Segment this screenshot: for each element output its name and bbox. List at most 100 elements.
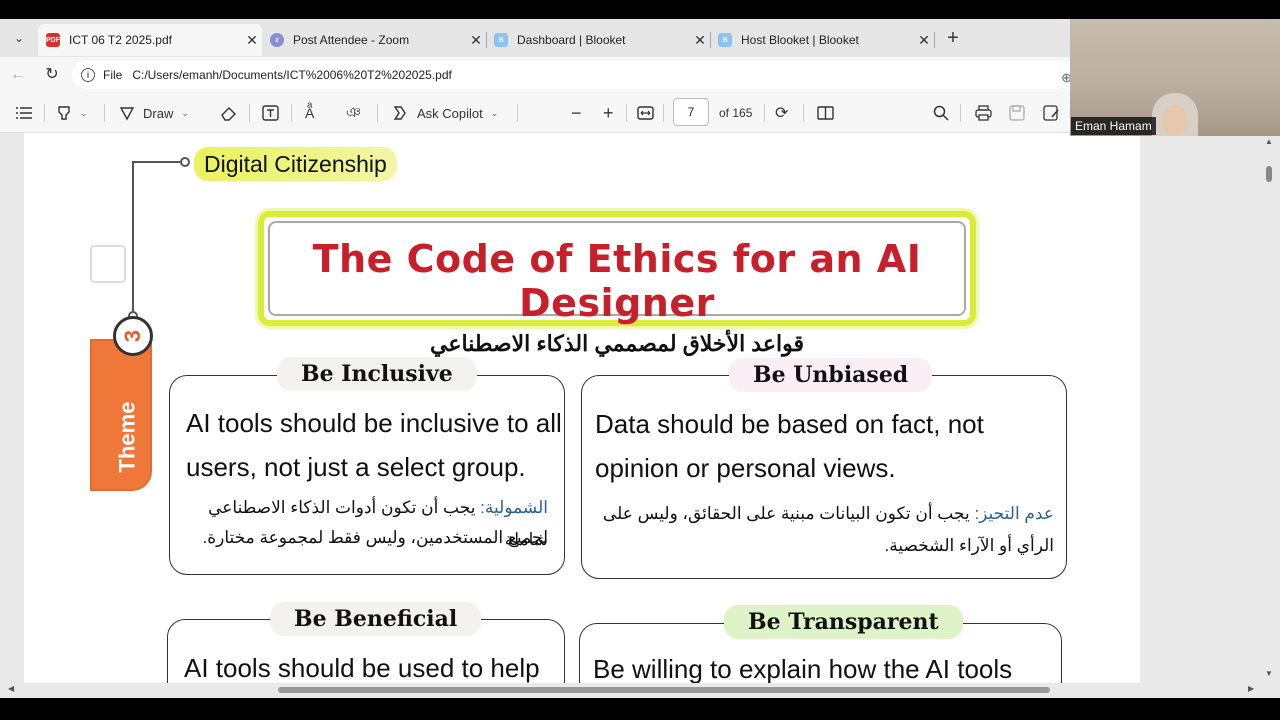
tree-connector — [132, 161, 134, 316]
scroll-up-arrow-icon[interactable]: ▲ — [1265, 137, 1273, 146]
info-icon[interactable]: i — [81, 68, 95, 82]
text-options-button[interactable]: Aͣ — [305, 103, 314, 123]
blooket-icon: B — [494, 33, 508, 47]
toolbar-separator — [377, 104, 378, 122]
ask-copilot-button[interactable]: Ask Copilot ⌄ — [391, 103, 498, 123]
contents-list-icon[interactable] — [16, 103, 32, 123]
save-icon[interactable] — [1009, 103, 1025, 123]
theme-number-badge: 3 — [113, 316, 153, 356]
chevron-down-icon: ⌄ — [181, 107, 189, 118]
card-arabic-text: يجب أن تكون البيانات مبنية على الحقائق، … — [602, 504, 970, 523]
toolbar-separator — [249, 104, 250, 122]
zoom-icon: z — [270, 33, 284, 47]
participant-video-tile[interactable]: Eman Hamam — [1070, 19, 1280, 136]
page-title-arabic: قواعد الأخلاق لمصممي الذكاء الاصطناعي — [430, 331, 804, 356]
faint-graphic — [90, 245, 126, 283]
page-number-input[interactable]: 7 — [673, 98, 709, 126]
tab-blooket-dashboard[interactable]: B Dashboard | Blooket ✕ — [486, 24, 710, 56]
close-icon[interactable]: ✕ — [914, 32, 934, 49]
highlight-button[interactable]: ⌄ — [56, 103, 88, 123]
address-bar: ← ↻ i File C:/Users/emanh/Documents/ICT%… — [0, 57, 1072, 93]
blooket-icon: B — [718, 33, 732, 47]
new-tab-plus-icon[interactable]: + — [942, 28, 964, 50]
tab-pdf[interactable]: PDF ICT 06 T2 2025.pdf ✕ — [38, 24, 262, 56]
vertical-scrollbar[interactable]: ▲ ▼ — [1262, 133, 1276, 686]
scroll-left-arrow-icon[interactable]: ◀ — [8, 684, 14, 693]
pdf-viewer[interactable]: Digital Citizenship Theme 3 The Code of … — [0, 133, 1280, 698]
tab-blooket-host[interactable]: B Host Blooket | Blooket ✕ — [710, 24, 934, 56]
page-total: of 165 — [719, 106, 753, 120]
search-icon[interactable] — [933, 103, 949, 123]
language-icon: ঞ — [346, 104, 361, 120]
card-arabic-line: لجميع المستخدمين، وليس فقط لمجموعة مختار… — [202, 528, 549, 547]
scroll-down-arrow-icon[interactable]: ▼ — [1265, 669, 1273, 678]
reload-icon[interactable]: ↻ — [41, 65, 63, 85]
scrollbar-thumb[interactable] — [278, 687, 1050, 693]
zoom-out-minus-icon[interactable]: − — [571, 103, 582, 123]
highlighter-icon — [58, 106, 70, 120]
horizontal-scrollbar[interactable]: ◀ ▶ — [0, 683, 1262, 697]
toolbar-separator — [626, 104, 627, 122]
chevron-down-icon: ⌄ — [80, 107, 88, 118]
page-view-icon[interactable] — [817, 103, 834, 123]
toolbar-separator — [764, 104, 765, 122]
pdf-page: Digital Citizenship Theme 3 The Code of … — [24, 133, 1140, 693]
card-text-line: Data should be based on fact, not — [595, 409, 984, 439]
url-field[interactable]: i File C:/Users/emanh/Documents/ICT%2006… — [72, 61, 1072, 89]
toolbar-separator — [104, 104, 105, 122]
card-be-inclusive: AI tools should be inclusive to all user… — [169, 375, 565, 575]
back-arrow-icon[interactable]: ← — [7, 65, 29, 85]
card-heading: Be Inclusive — [277, 357, 477, 391]
tab-label: Host Blooket | Blooket — [741, 33, 859, 47]
toolbar-separator — [803, 104, 804, 122]
eraser-icon — [221, 107, 236, 121]
pdf-toolbar: ⌄ Draw ⌄ Aͣ ঞ Ask Copilot ⌄ − + 7 of 165… — [0, 93, 1070, 133]
url-text: C:/Users/emanh/Documents/ICT%2006%20T2%2… — [132, 68, 452, 82]
card-text-line: users, not just a select group. — [186, 452, 526, 482]
fit-to-width-icon[interactable] — [637, 103, 654, 123]
scrollbar-thumb[interactable] — [1266, 166, 1272, 182]
toolbar-separator — [663, 104, 664, 122]
pdf-icon: PDF — [46, 33, 60, 47]
text-box-icon — [262, 105, 279, 121]
card-arabic-line: عدم التحيز: يجب أن تكون البيانات مبنية ع… — [594, 498, 1054, 530]
viewer-gutter — [1140, 136, 1262, 683]
rotate-icon[interactable]: ⟳ — [775, 103, 788, 123]
participant-face — [1162, 105, 1188, 136]
eraser-button[interactable] — [220, 103, 237, 123]
theme-number: 3 — [120, 329, 145, 343]
tab-actions-chevron-icon[interactable]: ⌄ — [6, 27, 32, 49]
draw-label: Draw — [143, 105, 174, 121]
scroll-right-arrow-icon[interactable]: ▶ — [1248, 684, 1254, 693]
tab-label: Dashboard | Blooket — [517, 33, 626, 47]
theme-label: Theme — [114, 401, 140, 473]
print-icon[interactable] — [975, 103, 992, 123]
copilot-icon — [393, 106, 406, 120]
card-heading: Be Transparent — [724, 605, 963, 639]
toolbar-separator — [291, 104, 292, 122]
card-arabic-line: الرأي أو الآراء الشخصية. — [884, 536, 1054, 555]
card-be-unbiased: Data should be based on fact, not opinio… — [581, 375, 1067, 579]
zoom-in-plus-icon[interactable]: + — [603, 103, 614, 123]
tab-zoom[interactable]: z Post Attendee - Zoom ✕ — [262, 24, 486, 56]
read-aloud-button[interactable]: ঞ — [346, 103, 361, 123]
participant-name: Eman Hamam — [1071, 117, 1156, 135]
card-text-line: AI tools should be inclusive to all — [186, 408, 562, 438]
toolbar-separator — [517, 104, 518, 122]
pen-icon — [119, 107, 135, 121]
url-scheme: File — [103, 68, 123, 82]
tab-separator — [934, 32, 935, 48]
page-title: The Code of Ethics for an AI Designer — [312, 237, 922, 325]
theme-tab: Theme — [90, 339, 152, 491]
draw-button[interactable]: Draw ⌄ — [119, 103, 189, 123]
close-icon[interactable]: ✕ — [466, 32, 486, 49]
card-arabic-keyword: عدم التحيز: — [974, 504, 1054, 523]
close-icon[interactable]: ✕ — [690, 32, 710, 49]
card-heading: Be Unbiased — [729, 358, 933, 392]
toolbar-separator — [960, 104, 961, 122]
card-heading: Be Beneficial — [270, 602, 482, 636]
save-as-icon[interactable] — [1043, 103, 1060, 123]
close-icon[interactable]: ✕ — [242, 32, 262, 49]
connector-dot — [180, 157, 190, 167]
text-box-button[interactable] — [262, 103, 279, 123]
